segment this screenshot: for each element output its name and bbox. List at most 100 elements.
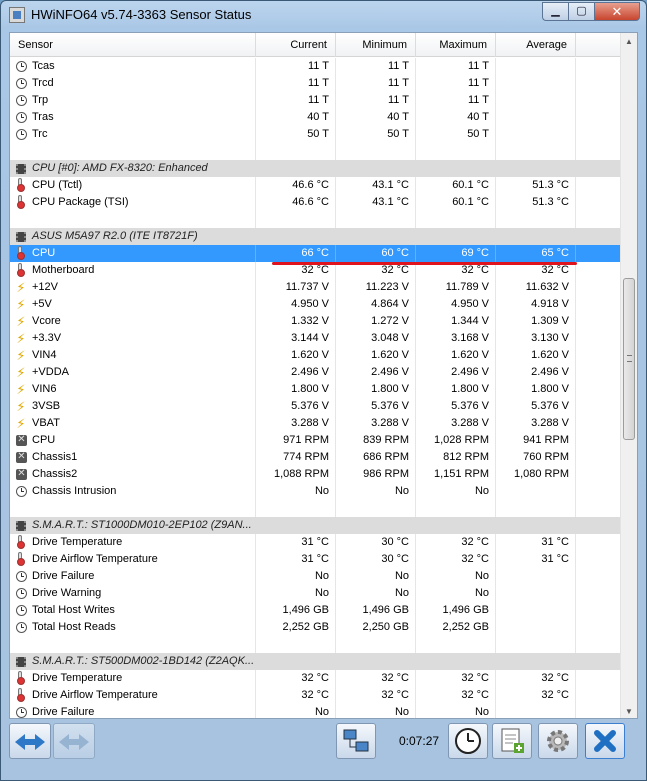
sensor-group-row[interactable]: S.M.A.R.T.: ST500DM002-1BD142 (Z2AQK... [10,653,622,670]
sensor-row-selected[interactable]: CPU 66 °C 60 °C 69 °C 65 °C [10,245,622,262]
sensor-row[interactable]: Drive Airflow Temperature 32 °C 32 °C 32 °C… [10,687,622,704]
current-value: 32 °C [256,670,336,687]
sensor-name: VIN4 [32,349,57,361]
column-maximum[interactable]: Maximum [416,33,496,57]
blank-row [10,500,622,517]
chip-icon [16,521,26,531]
empty-cell [10,636,256,653]
sensor-row[interactable]: Tcas 11 T 11 T 11 T [10,58,622,75]
maximum-value: 32 °C [416,534,496,551]
minimum-value: 43.1 °C [336,177,416,194]
maximum-value: 1.344 V [416,313,496,330]
sensor-row[interactable]: Trc 50 T 50 T 50 T [10,126,622,143]
empty-cell [256,228,336,245]
sensor-name-cell: Drive Airflow Temperature [10,551,256,568]
app-icon [9,7,25,23]
minimum-value: 2,250 GB [336,619,416,636]
sensor-row[interactable]: ⚡ +5V 4.950 V 4.864 V 4.950 V 4.918 V [10,296,622,313]
sensor-row[interactable]: Drive Failure No No No [10,704,622,718]
settings-button[interactable] [538,723,578,759]
sensor-row[interactable]: ⚡ VIN4 1.620 V 1.620 V 1.620 V 1.620 V [10,347,622,364]
maximum-value: 11 T [416,58,496,75]
sensor-row[interactable]: Drive Airflow Temperature 31 °C 30 °C 32 °C… [10,551,622,568]
bolt-icon: ⚡ [16,416,26,431]
add-report-button[interactable] [492,723,532,759]
sensor-name-cell: ASUS M5A97 R2.0 (ITE IT8721F) [10,228,256,245]
sensor-row[interactable]: Tras 40 T 40 T 40 T [10,109,622,126]
sensor-row[interactable]: Drive Temperature 31 °C 30 °C 32 °C 31 °C [10,534,622,551]
current-value: 66 °C [256,245,336,262]
empty-cell [10,500,256,517]
thermometer-icon [17,671,25,685]
sensor-group-row[interactable]: S.M.A.R.T.: ST1000DM010-2EP102 (Z9AN... [10,517,622,534]
average-value: 32 °C [496,670,576,687]
sensor-row[interactable]: Chassis2 1,088 RPM986 RPM1,151 RPM1,080 R… [10,466,622,483]
average-value: 1.620 V [496,347,576,364]
network-button[interactable] [336,723,376,759]
close-sensors-button[interactable] [585,723,625,759]
minimum-value: No [336,585,416,602]
empty-cell [496,143,576,160]
close-window-button[interactable]: ✕ [594,2,640,21]
nav-back-button[interactable] [9,723,51,759]
maximize-button[interactable]: ▢ [568,2,594,21]
column-average[interactable]: Average [496,33,576,57]
sensor-group-row[interactable]: CPU [#0]: AMD FX-8320: Enhanced [10,160,622,177]
column-sensor[interactable]: Sensor [10,33,256,57]
red-underline-annotation [272,262,577,265]
minimum-value: 686 RPM [336,449,416,466]
sensor-list[interactable]: Sensor Current Minimum Maximum Average T… [9,32,638,719]
sensor-row[interactable]: Chassis Intrusion No No No [10,483,622,500]
minimum-value: 1.620 V [336,347,416,364]
sensor-row[interactable]: ⚡ 3VSB 5.376 V 5.376 V 5.376 V 5.376 V [10,398,622,415]
minimum-value: 40 T [336,109,416,126]
clock-icon [16,707,27,718]
empty-cell [496,517,576,534]
sensor-row[interactable]: ⚡ Vcore 1.332 V 1.272 V 1.344 V 1.309 V [10,313,622,330]
column-current[interactable]: Current [256,33,336,57]
thermometer-icon [17,688,25,702]
sensor-name: Drive Failure [32,706,95,718]
average-value [496,58,576,75]
current-value: 4.950 V [256,296,336,313]
bolt-icon: ⚡ [16,280,26,295]
sensor-row[interactable]: ⚡ +12V 11.737 V 11.223 V 11.789 V 11.632 V [10,279,622,296]
sensor-row[interactable]: ⚡ VBAT 3.288 V 3.288 V 3.288 V 3.288 V [10,415,622,432]
sensor-row[interactable]: CPU 971 RPM839 RPM1,028 RPM941 RPM [10,432,622,449]
scroll-down-arrow-icon[interactable]: ▼ [621,703,637,718]
sensor-row[interactable]: CPU (Tctl) 46.6 °C 43.1 °C 60.1 °C 51.3 °C [10,177,622,194]
sensor-row[interactable]: Trp 11 T 11 T 11 T [10,92,622,109]
minimize-button[interactable]: ▁ [542,2,568,21]
vertical-scrollbar[interactable]: ▲ ▼ [620,33,637,718]
sensor-row[interactable]: Total Host Writes 1,496 GB 1,496 GB 1,496 G… [10,602,622,619]
maximum-value: 11 T [416,92,496,109]
empty-cell [336,500,416,517]
maximum-value: 32 °C [416,551,496,568]
sensor-row[interactable]: Drive Warning No No No [10,585,622,602]
scroll-thumb[interactable] [623,278,635,440]
sensor-row[interactable]: Total Host Reads 2,252 GB 2,250 GB 2,252 GB [10,619,622,636]
sensor-row[interactable]: ⚡ +3.3V 3.144 V 3.048 V 3.168 V 3.130 V [10,330,622,347]
average-value: 941 RPM [496,432,576,449]
empty-cell [256,211,336,228]
sensor-row[interactable]: Trcd 11 T 11 T 11 T [10,75,622,92]
sensor-row[interactable]: ⚡ +VDDA 2.496 V 2.496 V 2.496 V 2.496 V [10,364,622,381]
sensor-row[interactable]: Drive Failure No No No [10,568,622,585]
maximum-value: 3.288 V [416,415,496,432]
column-minimum[interactable]: Minimum [336,33,416,57]
empty-cell [336,211,416,228]
sensor-name: S.M.A.R.T.: ST500DM002-1BD142 (Z2AQK... [32,655,255,667]
average-value: 31 °C [496,534,576,551]
nav-forward-button[interactable] [53,723,95,759]
window-title: HWiNFO64 v5.74-3363 Sensor Status [31,7,252,22]
sensor-row[interactable]: CPU Package (TSI) 46.6 °C 43.1 °C 60.1 °C 51… [10,194,622,211]
scroll-up-arrow-icon[interactable]: ▲ [621,33,637,50]
sensor-row[interactable]: ⚡ VIN6 1.800 V 1.800 V 1.800 V 1.800 V [10,381,622,398]
current-value: 31 °C [256,534,336,551]
sensor-group-row[interactable]: ASUS M5A97 R2.0 (ITE IT8721F) [10,228,622,245]
clock-button[interactable] [448,723,488,759]
sensor-row[interactable]: Drive Temperature 32 °C 32 °C 32 °C 32 °C [10,670,622,687]
sensor-row[interactable]: Chassis1 774 RPM686 RPM812 RPM760 RPM [10,449,622,466]
empty-cell [496,228,576,245]
title-bar[interactable]: HWiNFO64 v5.74-3363 Sensor Status ▁ ▢ ✕ [1,1,646,31]
